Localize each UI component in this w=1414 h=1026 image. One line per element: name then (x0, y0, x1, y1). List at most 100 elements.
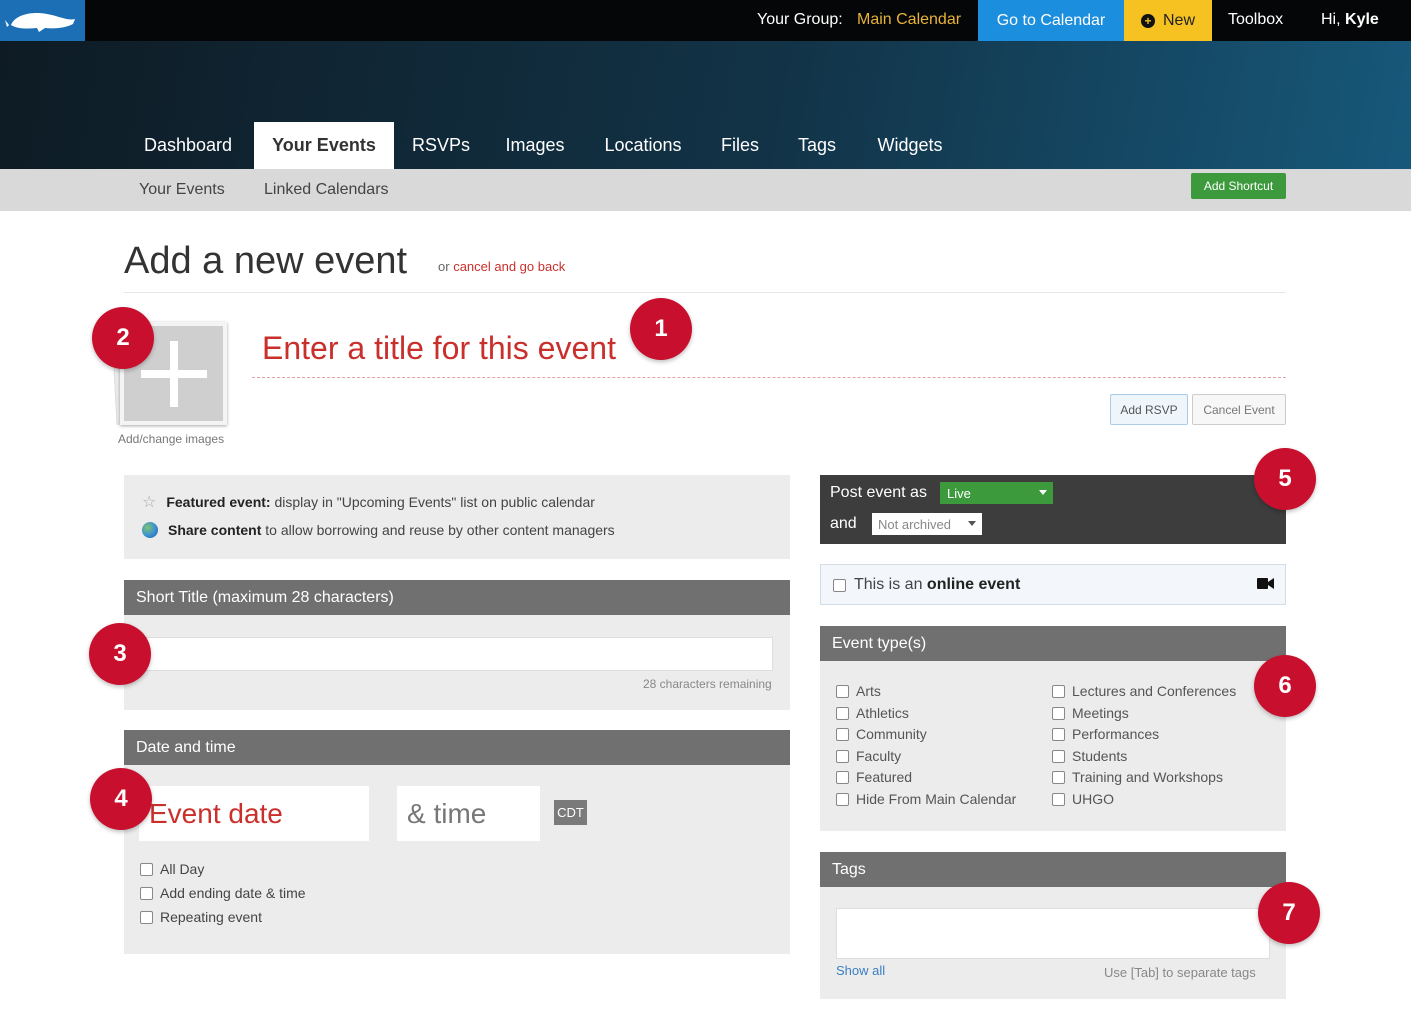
event-type-option[interactable]: Hide From Main Calendar (836, 791, 1016, 807)
event-type-checkbox[interactable] (1052, 792, 1065, 806)
featured-share-panel (124, 475, 790, 559)
event-type-checkbox[interactable] (1052, 770, 1065, 784)
add-ending-label: Add ending date & time (160, 885, 306, 901)
repeating-label: Repeating event (160, 909, 262, 925)
cancel-and-go-back-link[interactable]: cancel and go back (453, 259, 565, 274)
all-day-option[interactable]: All Day (140, 861, 204, 877)
tab-your-events[interactable]: Your Events (254, 122, 394, 169)
chevron-down-icon (968, 521, 976, 526)
cancel-event-button[interactable]: Cancel Event (1192, 394, 1286, 425)
add-rsvp-button[interactable]: Add RSVP (1110, 394, 1188, 425)
video-camera-icon (1257, 578, 1274, 589)
user-menu[interactable]: Hi, Kyle (1321, 11, 1379, 29)
event-type-label: Training and Workshops (1072, 769, 1223, 785)
group-selector[interactable]: Main Calendar (857, 11, 961, 29)
go-to-calendar-button[interactable]: Go to Calendar (978, 0, 1124, 41)
callout-badge-7: 7 (1258, 882, 1320, 944)
new-button-label: New (1162, 11, 1195, 29)
event-type-option[interactable]: Community (836, 726, 927, 742)
post-status-select[interactable]: Live (940, 482, 1053, 504)
share-content-row[interactable]: Share content to allow borrowing and reu… (142, 522, 615, 538)
event-type-checkbox[interactable] (836, 706, 849, 720)
online-event-text: This is an online event (854, 576, 1020, 594)
plus-circle-icon: + (1140, 13, 1155, 28)
event-type-label: Faculty (856, 748, 902, 764)
event-type-option[interactable]: Arts (836, 683, 881, 699)
tab-tags[interactable]: Tags (784, 122, 850, 169)
subnav-linked-calendars[interactable]: Linked Calendars (264, 181, 389, 199)
event-title-input[interactable] (252, 320, 1286, 378)
tab-widgets[interactable]: Widgets (862, 122, 958, 169)
event-type-checkbox[interactable] (836, 727, 849, 741)
tab-rsvps[interactable]: RSVPs (400, 122, 482, 169)
event-type-checkbox[interactable] (1052, 727, 1065, 741)
beluga-logo-icon (4, 12, 75, 32)
archive-status-select[interactable]: Not archived (872, 513, 982, 535)
globe-icon[interactable] (142, 522, 158, 538)
repeating-checkbox[interactable] (140, 910, 153, 924)
online-event-checkbox[interactable] (833, 578, 846, 592)
event-type-checkbox[interactable] (836, 792, 849, 806)
tab-images[interactable]: Images (490, 122, 580, 169)
event-type-checkbox[interactable] (836, 684, 849, 698)
group-label: Your Group: (757, 11, 843, 28)
star-icon[interactable]: ☆ (142, 492, 156, 512)
event-types-header: Event type(s) (820, 626, 1286, 661)
subnav-your-events[interactable]: Your Events (139, 181, 225, 199)
event-type-label: Lectures and Conferences (1072, 683, 1237, 699)
and-label: and (830, 515, 857, 532)
show-all-tags-link[interactable]: Show all (836, 963, 885, 978)
tab-dashboard[interactable]: Dashboard (128, 122, 248, 169)
event-type-option[interactable]: Meetings (1052, 705, 1129, 721)
add-change-images-label[interactable]: Add/change images (118, 432, 224, 446)
callout-badge-3: 3 (89, 623, 151, 685)
event-type-option[interactable]: UHGO (1052, 791, 1114, 807)
archive-status-value: Not archived (878, 516, 951, 532)
featured-event-row[interactable]: ☆ Featured event: display in "Upcoming E… (142, 492, 595, 512)
callout-badge-2: 2 (92, 307, 154, 369)
date-time-header: Date and time (124, 730, 790, 765)
event-type-option[interactable]: Students (1052, 748, 1127, 764)
share-desc: to allow borrowing and reuse by other co… (265, 522, 615, 538)
event-type-checkbox[interactable] (836, 749, 849, 763)
new-button[interactable]: + New (1124, 0, 1212, 41)
event-type-checkbox[interactable] (1052, 706, 1065, 720)
add-ending-option[interactable]: Add ending date & time (140, 885, 306, 901)
event-type-label: Students (1072, 748, 1128, 764)
event-type-checkbox[interactable] (1052, 684, 1065, 698)
event-type-option[interactable]: Lectures and Conferences (1052, 683, 1236, 699)
post-as-label: Post event as (830, 484, 927, 501)
online-bold: online event (926, 576, 1021, 593)
event-type-option[interactable]: Training and Workshops (1052, 769, 1223, 785)
tags-input[interactable] (836, 908, 1270, 959)
event-type-option[interactable]: Performances (1052, 726, 1159, 742)
all-day-checkbox[interactable] (140, 862, 153, 876)
add-ending-checkbox[interactable] (140, 886, 153, 900)
toolbox-menu[interactable]: Toolbox (1228, 11, 1283, 29)
tab-locations[interactable]: Locations (590, 122, 696, 169)
event-type-option[interactable]: Athletics (836, 705, 909, 721)
featured-desc: display in "Upcoming Events" list on pub… (274, 494, 595, 510)
online-event-option[interactable]: This is an online event (833, 576, 1020, 594)
event-type-option[interactable]: Faculty (836, 748, 901, 764)
event-date-input[interactable] (139, 786, 369, 841)
characters-remaining: 28 characters remaining (643, 677, 772, 691)
event-type-label: Arts (856, 683, 881, 699)
event-time-input[interactable] (397, 786, 540, 841)
add-shortcut-button[interactable]: Add Shortcut (1191, 173, 1286, 199)
greeting: Hi, (1321, 11, 1341, 28)
share-text: Share content to allow borrowing and reu… (168, 522, 615, 538)
featured-text: Featured event: display in "Upcoming Eve… (166, 494, 595, 510)
event-type-option[interactable]: Featured (836, 769, 912, 785)
event-type-label: Athletics (856, 705, 909, 721)
cancel-link-group: or cancel and go back (438, 259, 565, 274)
callout-badge-4: 4 (90, 768, 152, 830)
short-title-input[interactable] (143, 637, 773, 671)
tags-hint: Use [Tab] to separate tags (1104, 965, 1256, 980)
event-type-checkbox[interactable] (836, 770, 849, 784)
event-type-checkbox[interactable] (1052, 749, 1065, 763)
event-type-label: Hide From Main Calendar (856, 791, 1017, 807)
logo[interactable] (0, 0, 85, 41)
tab-files[interactable]: Files (708, 122, 772, 169)
repeating-option[interactable]: Repeating event (140, 909, 262, 925)
